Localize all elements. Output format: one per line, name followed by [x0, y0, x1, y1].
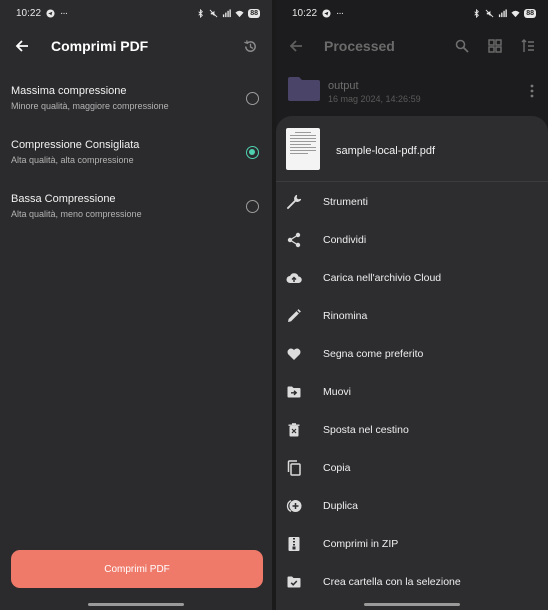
- menu-item-label: Muovi: [323, 386, 352, 398]
- signal-icon: [223, 8, 232, 17]
- menu-item-muovi[interactable]: Muovi: [276, 373, 548, 411]
- menu-item-label: Rinomina: [323, 310, 368, 322]
- zip-icon: [288, 537, 300, 551]
- menu-item-label: Duplica: [323, 500, 359, 512]
- option-title: Compressione Consigliata: [11, 139, 140, 151]
- option-subtitle: Minore qualità, maggiore compressione: [11, 101, 169, 111]
- folder-name: output: [328, 80, 359, 92]
- folder-icon: [288, 77, 320, 101]
- wifi-icon: [235, 10, 244, 17]
- file-browser-screen: 10:22 ··· 88 Processed output 16 mag 202…: [276, 0, 548, 610]
- menu-item-crea-cartella[interactable]: Crea cartella con la selezione: [276, 563, 548, 601]
- pdf-thumbnail: [286, 128, 320, 170]
- trash-icon: [288, 423, 300, 437]
- status-bar: 10:22 ··· 88: [0, 0, 272, 26]
- menu-item-rinomina[interactable]: Rinomina: [276, 297, 548, 335]
- home-indicator[interactable]: [88, 603, 184, 606]
- history-button[interactable]: [240, 36, 260, 56]
- grid-view-button[interactable]: [485, 36, 505, 56]
- folder-date: 16 mag 2024, 14:26:59: [328, 94, 421, 104]
- sort-icon: [521, 39, 534, 52]
- history-icon: [243, 39, 256, 52]
- option-title: Massima compressione: [11, 85, 127, 97]
- menu-item-duplica[interactable]: Duplica: [276, 487, 548, 525]
- signal-icon: [499, 8, 508, 17]
- radio-button-selected[interactable]: [246, 146, 259, 159]
- radio-button[interactable]: [246, 200, 259, 213]
- copy-icon: [287, 460, 301, 476]
- wifi-icon: [511, 10, 520, 17]
- option-subtitle: Alta qualità, alta compressione: [11, 155, 134, 165]
- file-name: sample-local-pdf.pdf: [336, 145, 436, 157]
- menu-item-label: Condividi: [323, 234, 367, 246]
- app-bar: Processed: [276, 26, 548, 66]
- option-title: Bassa Compressione: [11, 193, 116, 205]
- menu-item-strumenti[interactable]: Strumenti: [276, 183, 548, 221]
- more-notifications-icon: ···: [336, 7, 344, 19]
- menu-item-label: Carica nell'archivio Cloud: [323, 272, 442, 284]
- radio-button[interactable]: [246, 92, 259, 105]
- battery-indicator: 88: [248, 8, 260, 18]
- menu-item-label: Strumenti: [323, 196, 368, 208]
- app-bar: Comprimi PDF: [0, 26, 272, 66]
- more-notifications-icon: ···: [60, 7, 68, 19]
- battery-indicator: 88: [524, 8, 536, 18]
- sort-button[interactable]: [518, 36, 538, 56]
- bluetooth-icon: [474, 8, 480, 18]
- heart-icon: [287, 348, 301, 360]
- mute-icon: [485, 9, 494, 17]
- bluetooth-icon: [198, 8, 204, 18]
- move-folder-icon: [287, 386, 301, 398]
- folder-row-output[interactable]: output 16 mag 2024, 14:26:59: [276, 68, 548, 112]
- status-time: 10:22: [292, 7, 318, 19]
- file-actions-sheet: sample-local-pdf.pdf Strumenti Condividi…: [276, 116, 548, 610]
- status-bar: 10:22 ··· 88: [276, 0, 548, 26]
- menu-item-label: Copia: [323, 462, 351, 474]
- option-consigliata[interactable]: Compressione Consigliata Alta qualità, a…: [0, 126, 272, 180]
- grid-view-icon: [488, 39, 502, 53]
- menu-item-cloud[interactable]: Carica nell'archivio Cloud: [276, 259, 548, 297]
- menu-item-cestino[interactable]: Sposta nel cestino: [276, 411, 548, 449]
- sheet-header: sample-local-pdf.pdf: [276, 116, 548, 182]
- menu-item-label: Sposta nel cestino: [323, 424, 409, 436]
- arrow-left-icon: [15, 40, 28, 52]
- create-folder-icon: [287, 576, 301, 588]
- menu-item-label: Comprimi in ZIP: [323, 538, 399, 550]
- more-vert-icon[interactable]: [530, 84, 534, 98]
- option-bassa[interactable]: Bassa Compressione Alta qualità, meno co…: [0, 180, 272, 234]
- arrow-left-icon: [289, 40, 302, 52]
- status-time: 10:22: [16, 7, 42, 19]
- option-subtitle: Alta qualità, meno compressione: [11, 209, 142, 219]
- menu-item-label: Segna come preferito: [323, 348, 424, 360]
- back-button[interactable]: [286, 36, 306, 56]
- mute-icon: [209, 9, 218, 17]
- cloud-upload-icon: [286, 273, 302, 283]
- pencil-icon: [288, 309, 301, 322]
- menu-item-copia[interactable]: Copia: [276, 449, 548, 487]
- compress-pdf-button[interactable]: Comprimi PDF: [11, 550, 263, 588]
- menu-item-label: Crea cartella con la selezione: [323, 576, 461, 588]
- menu-item-condividi[interactable]: Condividi: [276, 221, 548, 259]
- back-button[interactable]: [12, 36, 32, 56]
- search-button[interactable]: [452, 36, 472, 56]
- duplicate-icon: [286, 500, 302, 512]
- option-massima[interactable]: Massima compressione Minore qualità, mag…: [0, 72, 272, 126]
- search-icon: [455, 39, 469, 53]
- menu-item-preferito[interactable]: Segna come preferito: [276, 335, 548, 373]
- home-indicator[interactable]: [364, 603, 460, 606]
- wrench-icon: [286, 194, 302, 210]
- menu-item-zip[interactable]: Comprimi in ZIP: [276, 525, 548, 563]
- page-title: Processed: [324, 38, 395, 54]
- compress-pdf-screen: 10:22 ··· 88 Comprimi PDF Massima compre…: [0, 0, 272, 610]
- telegram-icon: [322, 8, 331, 18]
- page-title: Comprimi PDF: [51, 38, 149, 54]
- telegram-icon: [46, 8, 55, 18]
- share-icon: [287, 232, 301, 248]
